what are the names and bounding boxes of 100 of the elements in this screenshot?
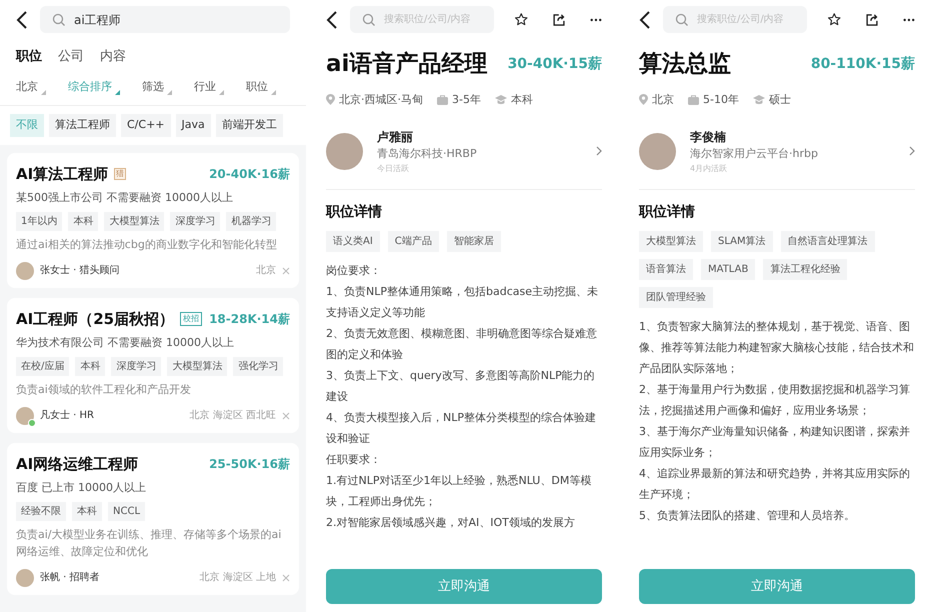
salary: 20-40K·16薪 [209,166,290,183]
filter-dropdown[interactable]: 职位 [246,78,276,95]
search-icon [362,12,376,26]
recruiter-name: 李俊楠 [690,129,727,146]
chevron-right-icon[interactable] [909,146,915,156]
job-tag: 1年以内 [16,212,62,230]
category-chip[interactable]: 算法工程师 [49,114,116,136]
job-card[interactable]: AI算法工程师 猎 20-40K·16薪 某500强上市公司 不需要融资 10000人以上 1年以内 本科 大模型算法 深度学习 机器学习 通过ai相关的算法推动cbg的商业数字化和智能化转型 张女士 · 猎头顾问 北京 [7,152,299,288]
recruiter-name: 卢雅丽 [377,129,414,146]
description-paragraph: 4、负责大模型接入后，NLP整体分类模型的综合体验建设和验证 [326,410,597,446]
job-tag: 大模型算法 [167,356,228,376]
experience: 3-5年 [452,92,481,108]
avatar [326,132,363,170]
job-location: 北京 [256,264,276,278]
skill-tag: 智能家居 [446,230,501,252]
avatar [16,568,34,586]
description-paragraph: 3、负责上下文、query改写、多意图等高阶NLP能力的建设 [326,368,596,404]
location-pin-icon [326,94,335,106]
recruiter-name: 张女士 · 猎头顾问 [40,264,120,278]
job-card[interactable]: AI工程师（25届秋招） 校招 18-28K·14薪 华为技术有限公司 不需要融资 10000人以上 在校/应届 本科 深度学习 大模型算法 强化学习 负责ai领域的软件工程化和产品开发 凡女士 · HR 北京 海淀区 西北旺 [7,298,299,432]
description-paragraph: 1、负责NLP整体通用策略，包括badcase主动挖掘、未支持语义定义等功能 [326,284,599,320]
description-paragraph: 1、负责智家大脑算法的整体规划，基于视觉、语音、图像、推荐等算法能力构建智家大脑核心技能，结合技术和产品团队实际落地； [639,318,915,376]
salary: 30-40K·15薪 [508,54,602,74]
salary: 80-110K·15薪 [810,54,915,74]
recruiter-name: 凡女士 · HR [40,408,94,423]
search-placeholder: 搜索职位/公司/内容 [697,12,784,27]
skill-tag: 大模型算法 [639,230,703,252]
job-description: 负责ai/大模型业务在训练、推理、存储等多个场景的ai网络运维、故障定位和优化 [16,526,282,560]
company-info: 百度 已上市 10000人以上 [16,480,147,496]
filter-dropdown[interactable]: 北京 [16,78,46,95]
description-paragraph: 2、负责无效意图、模糊意图、非明确意图等综合疑难意图的定义和体验 [326,326,598,362]
company-info: 华为技术有限公司 不需要融资 10000人以上 [16,335,235,351]
category-chip[interactable]: Java [176,114,211,136]
job-location: 北京 海淀区 西北旺 [190,408,276,423]
category-tab[interactable]: 公司 [58,47,84,66]
star-icon[interactable] [514,11,528,28]
description-paragraph: 4、追踪业界最新的算法和研究趋势，并将其应用实际的生产环境； [639,466,911,502]
skill-tag: 算法工程化经验 [763,258,848,280]
salary: 18-28K·14薪 [209,310,290,328]
description-paragraph: 2、基于海量用户行为数据，使用数据挖掘和机器学习算法，挖掘描述用户画像和偏好，应用业务场景； [639,382,911,418]
recruiter-company: 青岛海尔科技·HRBP [377,146,478,162]
job-tag: 本科 [75,356,106,376]
skill-tag: C端产品 [388,230,439,252]
description-paragraph: 1.有过NLP对话至少1年以上经验，熟悉NLU、DM等模块，工程师出身优先； [326,472,592,510]
recruiter-name: 张帆 · 招聘者 [40,570,100,585]
back-icon[interactable] [16,10,28,28]
category-chip[interactable]: 前端开发工 [216,114,283,136]
location-pin-icon [639,94,648,106]
search-field[interactable]: ai工程师 [40,6,290,33]
description-paragraph: 2.对智能家居领域感兴趣，对AI、IOT领域的发展方 [326,514,576,530]
avatar [16,262,34,280]
recruiter-activity: 今日活跃 [377,162,410,174]
caret-icon [167,90,172,95]
job-card[interactable]: AI网络运维工程师 25-50K·16薪 百度 已上市 10000人以上 经验不限 本科 NCCL 负责ai/大模型业务在训练、推理、存储等多个场景的ai网络运维、故障定位和优化 张帆 · 招聘者 北京 海淀区 上地 [7,442,299,594]
job-tag: 深度学习 [170,212,220,230]
job-title: AI工程师（25届秋招） [16,308,174,330]
briefcase-icon [437,94,448,105]
job-title: AI网络运维工程师 [16,454,138,474]
more-icon[interactable] [903,18,915,22]
skill-tag: 自然语言处理算法 [780,230,875,252]
search-icon [52,12,66,26]
company-info: 某500强上市公司 不需要融资 10000人以上 [16,190,234,206]
section-title: 职位详情 [326,202,383,222]
category-tab[interactable]: 内容 [100,47,126,66]
share-icon[interactable] [552,12,566,28]
graduation-cap-icon [752,94,765,105]
job-tag: 在校/应届 [16,356,70,376]
back-icon[interactable] [639,10,651,28]
campus-badge: 校招 [180,312,202,326]
section-title: 职位详情 [639,202,696,222]
recruiter-activity: 4月内活跃 [690,162,728,174]
job-tag: NCCL [108,502,146,520]
search-icon [675,12,689,26]
job-description: 负责ai领域的软件工程化和产品开发 [16,382,192,398]
recruiter-company: 海尔智家用户云平台·hrbp [690,146,819,162]
category-tab[interactable]: 职位 [16,47,42,66]
skill-tag: 团队管理经验 [639,286,713,308]
filter-dropdown[interactable]: 行业 [194,78,224,95]
job-tag: 深度学习 [111,356,162,376]
skill-tag: 语音算法 [639,258,693,280]
search-placeholder: 搜索职位/公司/内容 [384,12,471,27]
experience: 5-10年 [703,92,739,108]
description-paragraph: 任职要求： [326,452,382,468]
filter-dropdown[interactable]: 筛选 [142,78,172,95]
share-icon[interactable] [865,12,880,28]
star-icon[interactable] [827,11,842,28]
description-paragraph: 3、基于海尔产业海量知识储备，构建知识图谱，探索并应用实际业务； [639,424,911,460]
skill-tag: SLAM算法 [711,230,773,252]
education: 本科 [510,92,533,108]
category-chip[interactable]: C/C++ [121,114,171,136]
description-paragraph: 岗位要求： [326,262,382,278]
avatar [16,406,34,424]
briefcase-icon [688,94,699,105]
job-tag: 本科 [72,502,102,520]
caret-icon [115,90,120,95]
job-location: 北京 [652,92,674,108]
caret-icon [41,90,46,95]
chevron-right-icon[interactable] [596,146,602,156]
back-icon[interactable] [326,10,338,28]
more-icon[interactable] [590,18,602,22]
